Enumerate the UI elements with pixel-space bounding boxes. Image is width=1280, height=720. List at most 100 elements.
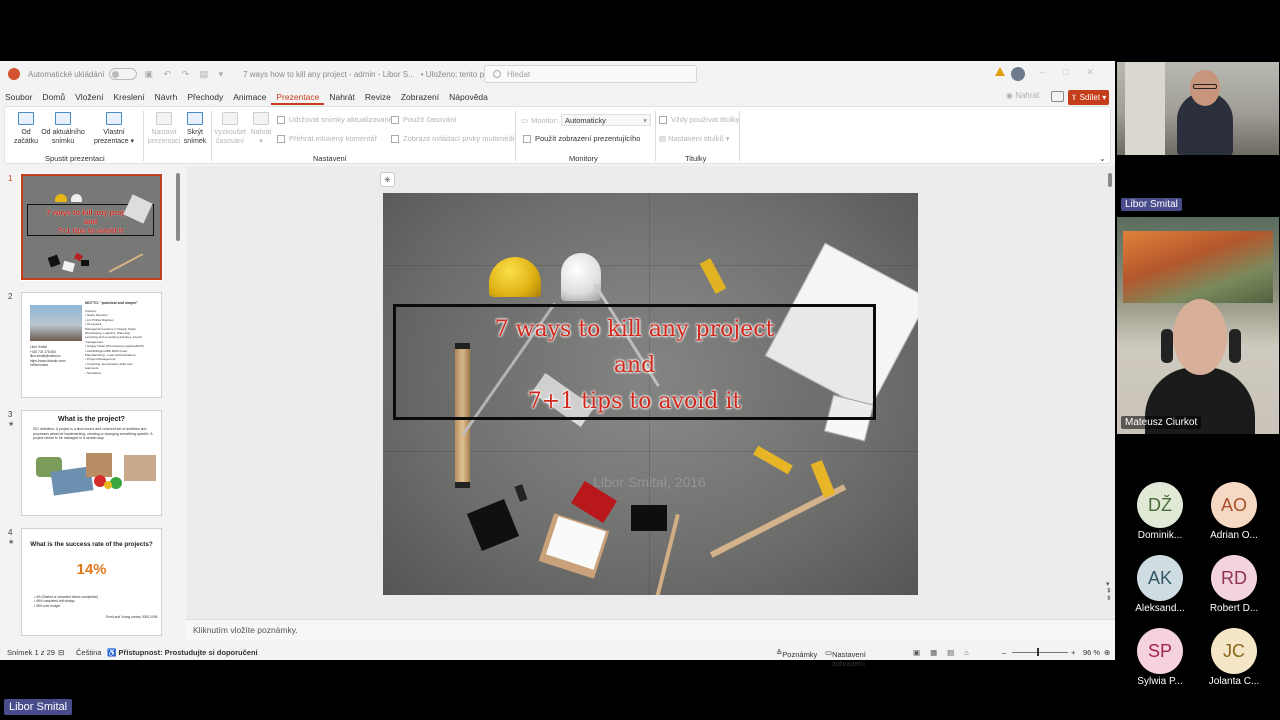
thumb-text-line: • 35% over budget [34, 603, 61, 608]
comments-icon[interactable] [1051, 91, 1064, 102]
headphones-icon [1161, 329, 1173, 363]
rehearse-timings-button[interactable]: Vyzkoušet časování [213, 112, 247, 146]
zoom-out-button[interactable]: – [1002, 648, 1006, 657]
use-timings-checkbox[interactable]: Použít časování [391, 115, 456, 124]
slide-nav-arrows[interactable]: ▾ ⇞ ⇟ [1106, 581, 1112, 602]
tab-11[interactable]: Nápověda [444, 89, 493, 105]
thumbnail-slide-4[interactable]: What is the success rate of the projects… [21, 528, 162, 636]
slideshow-icon [18, 112, 34, 125]
autosave-label: Automatické ukládání [28, 69, 105, 79]
contact-details: Libor Smital +420 724 378 805 libor.smital… [30, 345, 66, 368]
notes-pane[interactable]: Kliknutím vložíte poznámky. [186, 619, 1115, 640]
presenter-view-checkbox[interactable]: Použít zobrazení prezentujícího [523, 134, 640, 143]
ribbon-separator [211, 111, 212, 161]
zoom-slider[interactable] [1012, 652, 1068, 653]
thumbnail-slide-3[interactable]: What is the project? ISO definition: A p… [21, 410, 162, 516]
animation-star-icon: ★ [8, 539, 15, 546]
tab-3[interactable]: Kreslení [108, 89, 149, 105]
participant-tile[interactable]: SP Sylwia P... [1122, 628, 1198, 687]
participant-tile[interactable]: DŽ Dominik... [1122, 482, 1198, 541]
media-controls-checkbox[interactable]: Zobrazit ovládací prvky multimédií [391, 134, 516, 143]
slide-title-box[interactable]: 7 ways to kill any project and 7+1 tips … [393, 304, 876, 420]
zoom-slider-thumb[interactable] [1037, 648, 1039, 656]
tab-9[interactable]: Revize [360, 89, 396, 105]
tab-0[interactable]: Soubor [0, 89, 37, 105]
setup-show-button[interactable]: Nastavit prezentaci [147, 112, 181, 146]
window-controls[interactable]: –□✕ [1040, 67, 1112, 78]
tab-8[interactable]: Nahrát [324, 89, 360, 105]
record-slide-button[interactable]: Nahrát ▾ [247, 112, 275, 146]
hide-label-1: Skrýt [187, 129, 203, 136]
record-icon [253, 112, 269, 125]
thumbnail-scrollbar[interactable] [176, 173, 180, 241]
current-slide[interactable]: 7 ways to kill any project and 7+1 tips … [383, 193, 918, 595]
tab-4[interactable]: Návrh [150, 89, 183, 105]
custom-label-1: Vlastní [103, 129, 125, 136]
thumb-text-line: • Simulation [85, 370, 102, 375]
language[interactable]: Čeština [76, 648, 101, 657]
monitor-label: ▭ Monitor: [521, 116, 559, 125]
fit-slide-icon[interactable]: ⊕ [1104, 648, 1110, 657]
from-start-label-2: začátku [13, 138, 39, 145]
participant-tile[interactable]: AO Adrian O... [1196, 482, 1272, 541]
zoom-in-button[interactable]: + [1071, 648, 1075, 657]
black-folder [466, 498, 520, 552]
designer-icon[interactable]: ⎈ [380, 172, 395, 187]
display-settings-button[interactable]: ▭ Nastavení zobrazení [825, 648, 866, 668]
group-label-monitors: Monitory [569, 154, 598, 163]
share-button[interactable]: ⇪ Sdílet ▾ [1068, 90, 1109, 105]
search-icon [493, 70, 501, 78]
subtitle-settings-button[interactable]: ▤ Nastavení titulků ▾ [659, 134, 729, 143]
speaker-photo [30, 305, 82, 341]
from-start-button[interactable]: Od začátku [13, 112, 39, 146]
keep-updated-checkbox[interactable]: Udržovat snímky aktualizované [277, 115, 393, 124]
tab-7[interactable]: Prezentace [271, 89, 325, 105]
tab-5[interactable]: Přechody [182, 89, 228, 105]
stopwatch-icon [222, 112, 238, 125]
slide-scrollbar[interactable] [1108, 173, 1112, 187]
career-list: Careers: • Nokia Siemens • LG Philips Disp… [85, 309, 157, 375]
tab-1[interactable]: Domů [37, 89, 70, 105]
monitor-select[interactable]: Automaticky ▾ [561, 114, 651, 126]
tab-6[interactable]: Animace [228, 89, 271, 105]
record-button[interactable]: ◉ Nahrát [1006, 91, 1039, 100]
hide-slide-button[interactable]: Skrýt snímek [181, 112, 209, 146]
collapse-ribbon-icon[interactable]: ⌄ [1099, 154, 1106, 163]
participant-name: Sylwia P... [1137, 676, 1183, 687]
always-subtitles-checkbox[interactable]: Vždy používat titulky [659, 115, 739, 124]
tab-2[interactable]: Vložení [70, 89, 108, 105]
zoom-level[interactable]: 96 % [1083, 648, 1100, 657]
from-current-button[interactable]: Od aktuálního snímku [39, 112, 87, 146]
quick-access-icons[interactable]: ▣ ↶ ↷ ▤ ▾ [145, 69, 228, 80]
rehearse-label-1: Vyzkoušet [213, 129, 247, 136]
thumb3-title: What is the project? [58, 416, 125, 423]
thumbnail-slide-2[interactable]: Libor Smital +420 724 378 805 libor.smital… [21, 292, 162, 398]
view-buttons[interactable]: ▣▦▤⌂ [913, 648, 979, 657]
participant-tile[interactable]: RD Robert D... [1196, 555, 1272, 614]
play-narrations-checkbox[interactable]: Přehrát mluvený komentář [277, 134, 377, 143]
warning-icon[interactable] [995, 67, 1005, 76]
participant-tile[interactable]: JC Jolanta C... [1196, 628, 1272, 687]
accessibility-status[interactable]: ♿ Přístupnost: Prostudujte si doporučení [107, 648, 258, 657]
search-input[interactable]: Hledat [484, 65, 697, 83]
thumbnail-slide-1[interactable]: 7 ways to kill any project and 7+1 tips to… [20, 173, 163, 281]
group-label-start: Spustit prezentaci [45, 154, 105, 163]
autosave-toggle[interactable] [108, 68, 137, 80]
video-tile-speaker-1[interactable] [1117, 62, 1279, 155]
custom-show-button[interactable]: Vlastní prezentace ▾ [91, 112, 137, 146]
notes-button[interactable]: ≙ Poznámky [776, 648, 817, 659]
slide-thumbnail-pane: 1 7 ways to kill any project and 7+1 tips … [0, 166, 184, 644]
slide-watermark: Libor Smital, 2016 [593, 474, 706, 490]
video-tile-speaker-2[interactable] [1117, 217, 1279, 434]
participant-name: Robert D... [1209, 603, 1259, 614]
account-avatar[interactable] [1011, 67, 1025, 81]
participant-avatar: SP [1137, 628, 1183, 674]
spellcheck-icon[interactable]: ⊟ [58, 648, 64, 657]
setup-label-1: Nastavit [151, 129, 177, 136]
tab-10[interactable]: Zobrazení [396, 89, 444, 105]
document-title[interactable]: 7 ways how to kill any project - admin -… [243, 70, 415, 79]
motto: MOTTO: "practical and simple" [85, 301, 139, 305]
participant-name: Adrian O... [1210, 530, 1258, 541]
participant-tile[interactable]: AK Aleksand... [1122, 555, 1198, 614]
rehearse-label-2: časování [215, 138, 245, 145]
